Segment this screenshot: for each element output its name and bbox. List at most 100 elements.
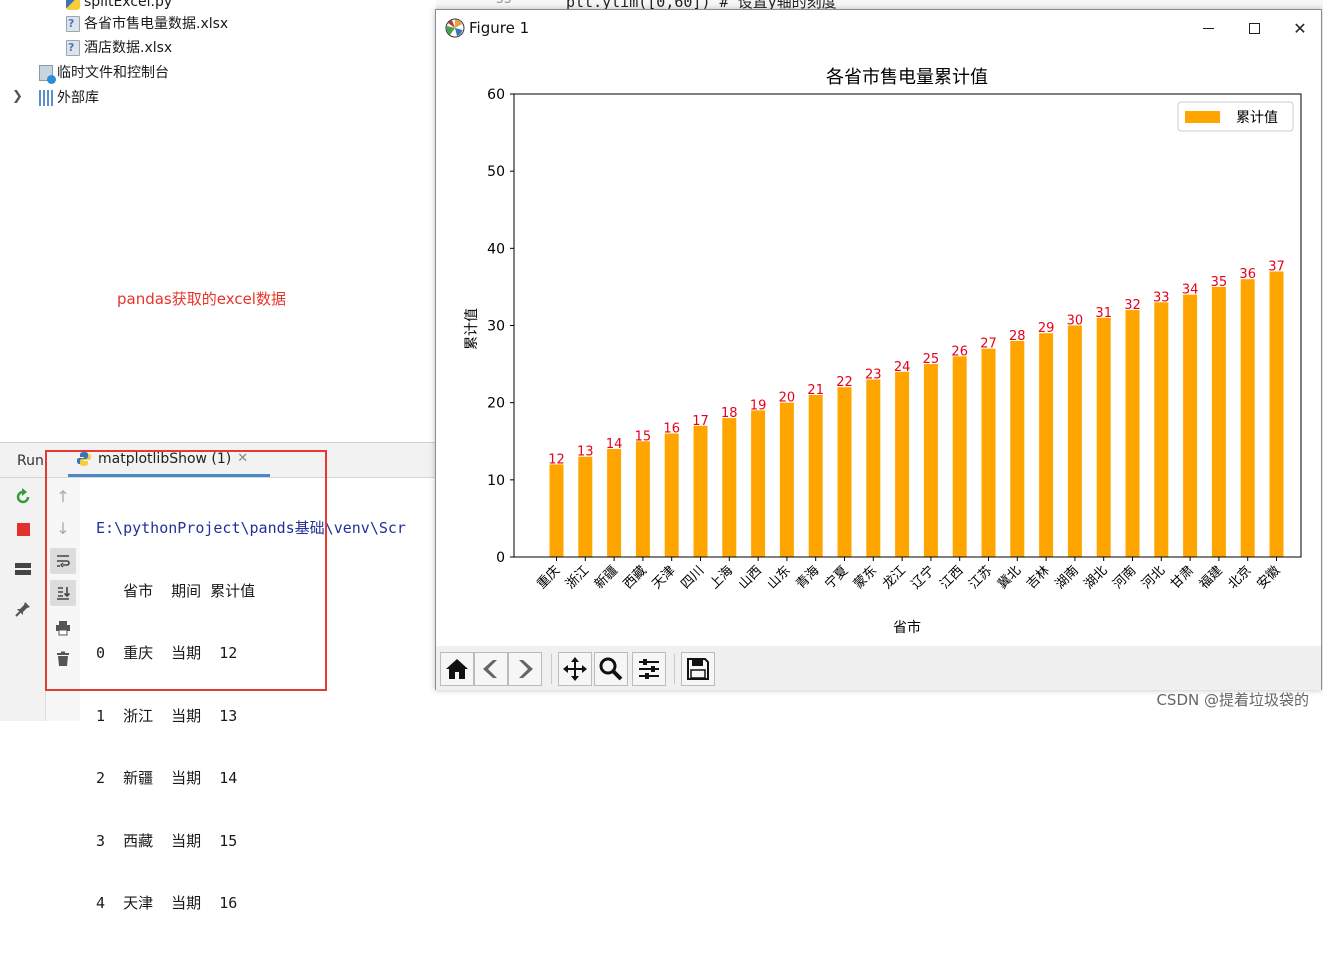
back-icon[interactable]	[474, 652, 508, 686]
scratches-icon	[39, 65, 56, 84]
data-label: 26	[951, 344, 968, 359]
chart-title: 各省市售电量累计值	[826, 67, 988, 88]
bar-浙江	[578, 456, 593, 557]
bars-layer	[549, 271, 1284, 557]
x-tick-label: 山东	[765, 563, 794, 592]
run-label: Run:	[17, 453, 49, 469]
bar-冀北	[1010, 340, 1025, 557]
pin-icon[interactable]	[10, 596, 36, 622]
legend-label: 累计值	[1236, 110, 1278, 126]
data-label: 21	[807, 383, 824, 398]
bar-湖南	[1067, 325, 1082, 557]
pan-icon[interactable]	[558, 652, 592, 686]
tree-item-label: splitExcel.py	[84, 0, 173, 10]
tree-item-hotel-xlsx[interactable]: ? 酒店数据.xlsx	[66, 37, 172, 59]
bar-湖北	[1096, 317, 1111, 557]
x-tick-label: 浙江	[563, 563, 592, 592]
x-tick-label: 四川	[678, 563, 707, 592]
figure-titlebar[interactable]: Figure 1 ✕	[436, 10, 1321, 46]
data-label: 31	[1095, 306, 1112, 321]
data-label: 23	[865, 368, 882, 383]
bar-安徽	[1269, 271, 1284, 557]
tree-item-scratches[interactable]: 临时文件和控制台	[39, 62, 169, 84]
plot-area[interactable]: 各省市售电量累计值 省市 累计值 12 13 14 15 16 17 18 19 20 21 22 2…	[436, 46, 1321, 646]
bar-宁夏	[837, 387, 852, 557]
x-tick-label: 新疆	[591, 563, 621, 593]
watermark: CSDN @提着垃圾袋的	[1156, 691, 1309, 709]
highlight-box	[45, 450, 327, 691]
annotation-text: pandas获取的excel数据	[117, 290, 286, 308]
python-file-icon	[66, 0, 80, 10]
x-tick-label: 辽宁	[908, 563, 938, 593]
zoom-icon[interactable]	[594, 652, 628, 686]
data-label: 29	[1038, 321, 1055, 336]
data-label: 28	[1009, 329, 1026, 344]
data-label: 15	[635, 429, 652, 444]
tree-item-province-xlsx[interactable]: ? 各省市售电量数据.xlsx	[66, 13, 228, 35]
bar-河南	[1125, 310, 1140, 557]
legend-swatch	[1185, 111, 1220, 123]
bar-辽宁	[923, 364, 938, 557]
x-tick-label: 湖南	[1052, 563, 1082, 593]
run-toolbar	[0, 478, 46, 721]
data-label: 30	[1067, 314, 1084, 329]
stop-icon[interactable]	[10, 516, 36, 542]
data-label: 36	[1239, 267, 1256, 282]
data-label: 13	[577, 445, 594, 460]
bar-天津	[664, 433, 679, 557]
bar-chart: 各省市售电量累计值 省市 累计值 12 13 14 15 16 17 18 19 20 21 22 2…	[464, 67, 1302, 636]
home-icon[interactable]	[440, 652, 474, 686]
bar-四川	[693, 425, 708, 557]
data-label: 37	[1268, 259, 1285, 274]
minimize-icon[interactable]	[1185, 10, 1231, 46]
data-labels-layer: 12 13 14 15 16 17 18 19 20 21 22 23 24 25 26 27 28 29 30 31…	[548, 259, 1285, 467]
data-label: 12	[548, 452, 565, 467]
x-tick-label: 宁夏	[822, 563, 852, 593]
data-label: 33	[1153, 290, 1170, 305]
chevron-right-icon[interactable]: ❯	[12, 89, 23, 104]
x-tick-label: 冀北	[994, 563, 1024, 593]
data-label: 32	[1124, 298, 1141, 313]
bar-山东	[779, 402, 794, 557]
data-label: 34	[1182, 283, 1199, 298]
bar-江西	[952, 356, 967, 557]
configure-subplots-icon[interactable]	[632, 652, 666, 686]
unknown-file-icon: ?	[66, 16, 80, 32]
library-icon	[39, 90, 53, 106]
save-icon[interactable]	[681, 652, 715, 686]
y-tick-label: 40	[487, 241, 505, 257]
x-tick-label: 重庆	[534, 563, 564, 593]
layout-icon[interactable]	[10, 556, 36, 582]
y-tick-label: 30	[487, 319, 505, 335]
x-tick-label: 天津	[650, 563, 679, 592]
data-label: 24	[894, 360, 911, 375]
data-label: 14	[606, 437, 623, 452]
tree-item-external-libs[interactable]: 外部库	[39, 87, 99, 109]
bar-龙江	[895, 371, 910, 557]
data-label: 19	[750, 398, 767, 413]
close-icon[interactable]: ✕	[1277, 10, 1323, 46]
bar-甘肃	[1183, 294, 1198, 557]
x-tick-label: 北京	[1226, 563, 1255, 592]
console-row: 2 新疆 当期 14	[96, 769, 238, 787]
x-tick-label: 西藏	[621, 563, 650, 592]
bar-河北	[1154, 302, 1169, 557]
forward-icon[interactable]	[508, 652, 542, 686]
legend: 累计值	[1177, 101, 1294, 132]
maximize-icon[interactable]	[1231, 10, 1277, 46]
bar-新疆	[607, 448, 622, 557]
toolbar-separator	[551, 654, 552, 684]
tree-item-splitexcel[interactable]: splitExcel.py	[66, 0, 172, 13]
data-label: 35	[1211, 275, 1228, 290]
x-tick-label: 江西	[938, 563, 967, 592]
console-row: 1 浙江 当期 13	[96, 706, 238, 725]
figure-title: Figure 1	[469, 19, 530, 37]
y-tick-label: 50	[487, 164, 505, 180]
tree-item-label: 临时文件和控制台	[57, 65, 169, 81]
y-tick-label: 20	[487, 396, 505, 412]
x-axis-label: 省市	[893, 619, 921, 636]
y-axis-label: 累计值	[464, 308, 480, 350]
rerun-icon[interactable]	[10, 484, 36, 510]
x-tick-label: 山西	[736, 563, 765, 592]
figure-toolbar	[436, 646, 1321, 690]
